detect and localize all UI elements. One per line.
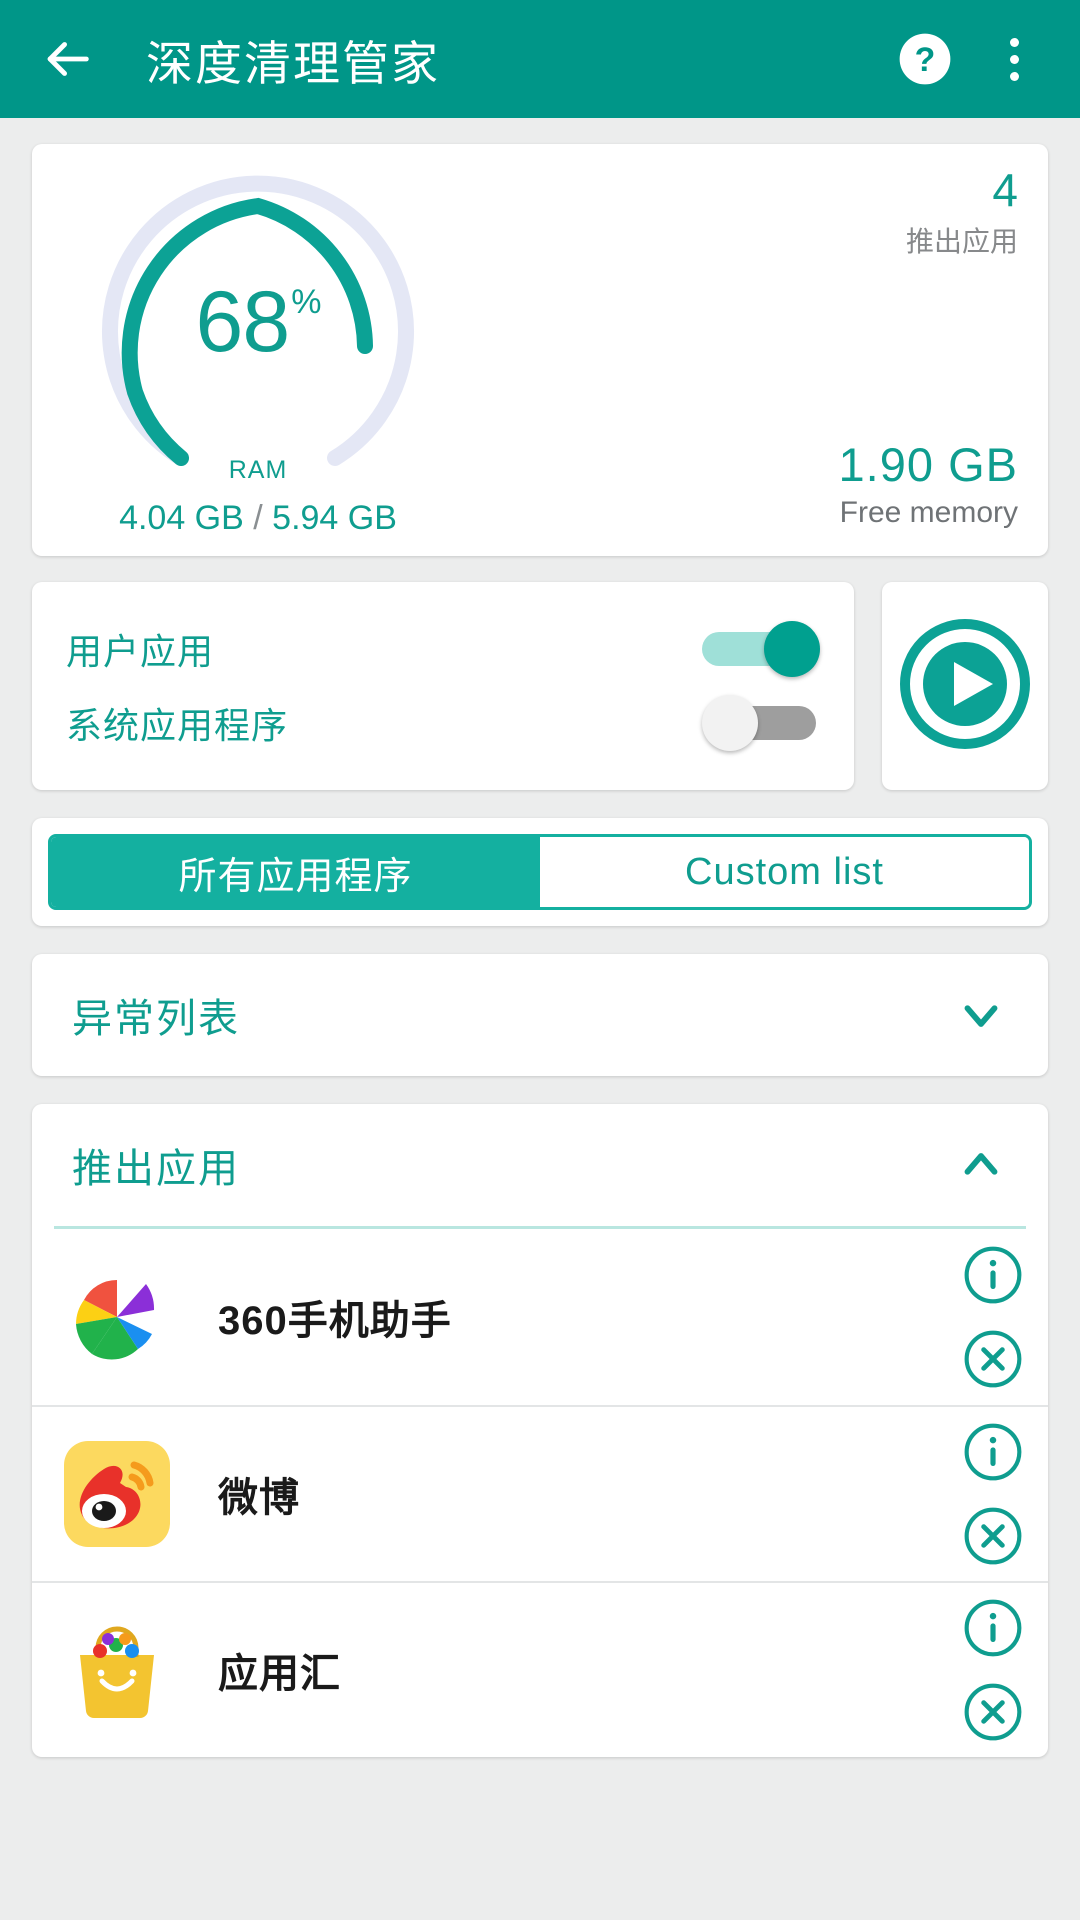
overflow-dot bbox=[1009, 54, 1019, 64]
close-icon[interactable] bbox=[962, 1681, 1024, 1743]
ram-usage-separator: / bbox=[253, 499, 263, 537]
launch-count-value: 4 bbox=[992, 164, 1018, 216]
free-memory-value: 1.90 GB bbox=[838, 438, 1018, 491]
overflow-dot bbox=[1009, 37, 1019, 47]
switch-knob bbox=[702, 695, 758, 751]
section-abnormal-list[interactable]: 异常列表 bbox=[32, 954, 1048, 1076]
back-arrow-icon[interactable] bbox=[34, 26, 100, 92]
start-clean-card[interactable] bbox=[882, 582, 1048, 790]
ram-percent: 68 % bbox=[195, 274, 322, 370]
toggle-row-system-apps[interactable]: 系统应用程序 bbox=[66, 686, 820, 760]
launch-count-label: 推出应用 bbox=[905, 226, 1018, 258]
ram-gauge-label: RAM bbox=[228, 456, 288, 484]
toggle-switch-system-apps[interactable] bbox=[702, 695, 820, 751]
page-title: 深度清理管家 bbox=[146, 36, 440, 90]
list-item[interactable]: 应用汇 bbox=[32, 1581, 1048, 1757]
close-icon[interactable] bbox=[962, 1328, 1024, 1390]
row-actions bbox=[962, 1244, 1024, 1390]
switch-knob bbox=[764, 621, 820, 677]
app-name: 微博 bbox=[218, 1476, 300, 1520]
filter-controls-row: 用户应用 系统应用程序 bbox=[32, 582, 1048, 790]
ram-used-value: 4.04 GB bbox=[119, 499, 244, 537]
free-memory-label: Free memory bbox=[839, 496, 1018, 529]
tab-custom-list[interactable]: Custom list bbox=[540, 837, 1029, 907]
toggle-row-user-apps[interactable]: 用户应用 bbox=[66, 612, 820, 686]
ram-gauge: 68 % RAM bbox=[78, 174, 438, 494]
info-icon[interactable] bbox=[962, 1597, 1024, 1659]
launch-count-block: 4 推出应用 bbox=[598, 166, 1018, 260]
list-item[interactable]: 微博 bbox=[32, 1405, 1048, 1581]
app-icon-360 bbox=[62, 1262, 172, 1372]
section-launched-apps: 推出应用 360手机助手 微博 应用汇 bbox=[32, 1104, 1048, 1757]
app-filter-card: 用户应用 系统应用程序 bbox=[32, 582, 854, 790]
ram-total-value: 5.94 GB bbox=[272, 499, 397, 537]
svg-text:?: ? bbox=[915, 41, 936, 79]
info-icon[interactable] bbox=[962, 1244, 1024, 1306]
row-actions bbox=[962, 1597, 1024, 1743]
section-header-abnormal[interactable]: 异常列表 bbox=[32, 954, 1048, 1076]
segmented-control: 所有应用程序 Custom list bbox=[48, 834, 1032, 910]
section-title-abnormal: 异常列表 bbox=[72, 997, 240, 1041]
play-circle-icon[interactable] bbox=[898, 617, 1032, 756]
section-title-launched: 推出应用 bbox=[72, 1147, 240, 1191]
overflow-dot bbox=[1009, 71, 1019, 81]
app-name: 应用汇 bbox=[218, 1652, 341, 1696]
app-icon-weibo bbox=[62, 1439, 172, 1549]
app-bar: 深度清理管家 ? bbox=[0, 0, 1080, 118]
overflow-menu-icon[interactable] bbox=[994, 30, 1034, 88]
section-header-launched[interactable]: 推出应用 bbox=[32, 1104, 1048, 1226]
app-icon-appchina bbox=[62, 1615, 172, 1725]
ram-summary-card: 68 % RAM 4.04 GB / 5.94 GB 4 推出应用 1.90 G… bbox=[32, 144, 1048, 556]
tab-all-apps[interactable]: 所有应用程序 bbox=[51, 837, 540, 907]
list-mode-tabs: 所有应用程序 Custom list bbox=[32, 818, 1048, 926]
chevron-down-icon[interactable] bbox=[954, 988, 1008, 1042]
ram-gauge-center: 68 % bbox=[78, 174, 438, 470]
close-icon[interactable] bbox=[962, 1505, 1024, 1567]
help-icon[interactable]: ? bbox=[896, 30, 954, 88]
list-item[interactable]: 360手机助手 bbox=[32, 1229, 1048, 1405]
ram-percent-value: 68 bbox=[195, 274, 291, 370]
app-bar-actions: ? bbox=[896, 30, 1046, 88]
toggle-switch-user-apps[interactable] bbox=[702, 621, 820, 677]
toggle-label-system-apps: 系统应用程序 bbox=[66, 705, 289, 746]
chevron-up-icon[interactable] bbox=[954, 1138, 1008, 1192]
toggle-label-user-apps: 用户应用 bbox=[66, 631, 215, 672]
ram-percent-symbol: % bbox=[291, 283, 321, 321]
info-icon[interactable] bbox=[962, 1421, 1024, 1483]
row-actions bbox=[962, 1421, 1024, 1567]
ram-usage-text: 4.04 GB / 5.94 GB bbox=[78, 499, 438, 538]
app-name: 360手机助手 bbox=[218, 1299, 452, 1343]
free-memory-block: 1.90 GB Free memory bbox=[558, 437, 1018, 530]
